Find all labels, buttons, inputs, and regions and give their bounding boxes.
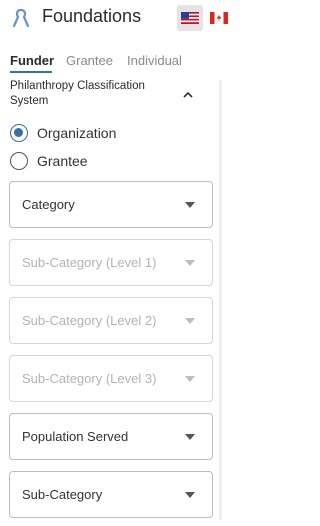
caret-down-icon <box>185 434 195 440</box>
category-select[interactable]: Category <box>9 181 213 228</box>
filter-panel: Philanthropy Classification System Organ… <box>0 74 222 526</box>
us-flag-icon <box>181 12 199 24</box>
caret-down-icon <box>185 318 195 324</box>
select-value: Sub-Category (Level 2) <box>22 313 157 328</box>
radio-button[interactable] <box>10 152 28 170</box>
radio-label: Organization <box>37 125 117 141</box>
us-flag-button[interactable] <box>177 5 203 31</box>
active-tab-indicator <box>10 71 52 73</box>
caret-down-icon <box>185 492 195 498</box>
sub-category-level-3-select: Sub-Category (Level 3) <box>9 355 213 402</box>
caret-down-icon <box>185 260 195 266</box>
sub-category-level-1-select: Sub-Category (Level 1) <box>9 239 213 286</box>
select-value: Sub-Category (Level 1) <box>22 255 157 270</box>
radio-grantee[interactable]: Grantee <box>10 151 88 171</box>
sub-category-level-2-select: Sub-Category (Level 2) <box>9 297 213 344</box>
radio-button-checked[interactable] <box>10 124 28 142</box>
sub-category-select[interactable]: Sub-Category <box>9 471 213 518</box>
canada-flag-icon <box>210 12 228 24</box>
page-title: Foundations <box>42 6 142 26</box>
select-value: Population Served <box>22 429 129 444</box>
caret-down-icon <box>185 376 195 382</box>
radio-label: Grantee <box>37 153 88 169</box>
scrollbar[interactable] <box>219 80 222 520</box>
select-value: Category <box>22 197 75 212</box>
tab-individual[interactable]: Individual <box>127 53 182 68</box>
ribbon-icon <box>12 8 30 28</box>
select-value: Sub-Category (Level 3) <box>22 371 157 386</box>
section-title: Philanthropy Classification System <box>10 80 145 107</box>
population-served-select[interactable]: Population Served <box>9 413 213 460</box>
tab-bar: Funder Grantee Individual <box>0 50 230 74</box>
tab-grantee[interactable]: Grantee <box>66 53 113 68</box>
tab-funder[interactable]: Funder <box>10 53 54 68</box>
caret-down-icon <box>185 202 195 208</box>
section-header[interactable]: Philanthropy Classification System <box>10 79 210 113</box>
radio-organization[interactable]: Organization <box>10 123 116 143</box>
app-header: Foundations <box>0 0 230 38</box>
chevron-up-icon[interactable] <box>182 91 194 99</box>
select-value: Sub-Category <box>22 487 103 502</box>
canada-flag-button[interactable] <box>206 5 232 31</box>
